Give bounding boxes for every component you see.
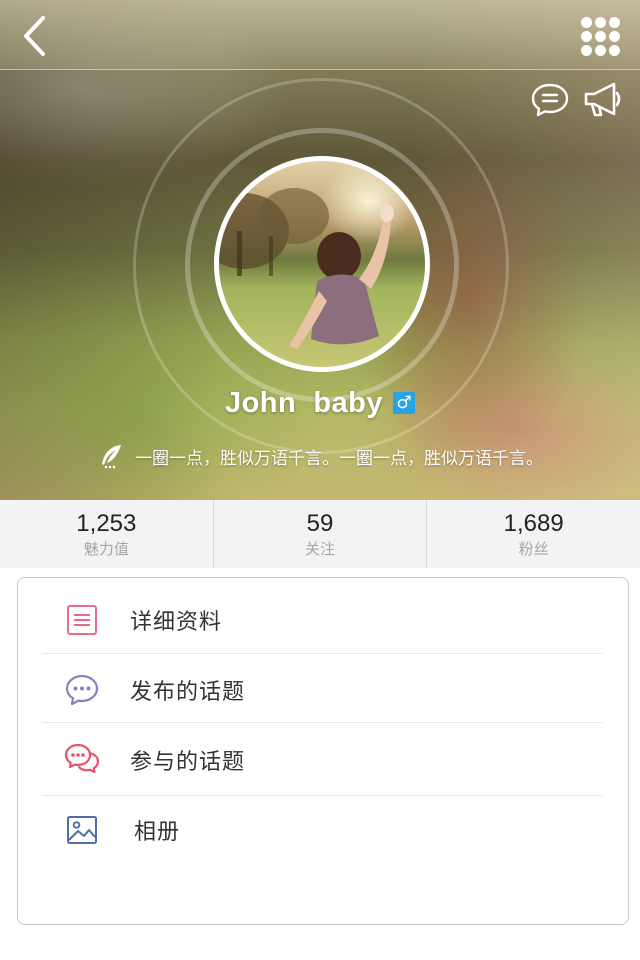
more-menu-button[interactable] <box>578 14 622 58</box>
stat-charm[interactable]: 1,253 魅力值 <box>0 500 214 568</box>
stat-followers[interactable]: 1,689 粉丝 <box>427 500 640 568</box>
menu-item-label: 相册 <box>134 820 181 845</box>
profile-header: John baby ♂ 一圈一点，胜似万语千言。一圈一点，胜似万语千言。 <box>0 0 640 500</box>
stat-following[interactable]: 59 关注 <box>214 500 428 568</box>
grid-dot <box>608 16 620 28</box>
username: John baby <box>224 386 384 419</box>
message-button[interactable] <box>530 80 570 120</box>
stat-value: 1,253 <box>76 510 137 537</box>
menu-item-album[interactable]: 相册 <box>42 796 602 864</box>
chat-multi-icon <box>64 742 100 778</box>
grid-dot <box>580 16 592 28</box>
avatar[interactable] <box>214 156 430 372</box>
announcement-button[interactable] <box>582 80 624 120</box>
grid-dot <box>594 16 606 28</box>
grid-dot <box>580 30 592 42</box>
menu-item-details[interactable]: 详细资料 <box>42 586 602 654</box>
stat-label: 魅力值 <box>83 540 129 558</box>
menu-item-label: 发布的话题 <box>130 680 246 705</box>
signature-row: 一圈一点，胜似万语千言。一圈一点，胜似万语千言。 <box>0 438 640 474</box>
stat-value: 1,689 <box>503 510 564 537</box>
menu-item-label: 参与的话题 <box>130 750 246 775</box>
stat-value: 59 <box>306 510 334 537</box>
feather-pen-icon <box>102 445 121 469</box>
signature-text: 一圈一点，胜似万语千言。一圈一点，胜似万语千言。 <box>135 448 543 469</box>
grid-dot <box>580 44 592 56</box>
menu-item-joined-topics[interactable]: 参与的话题 <box>42 726 602 794</box>
chevron-left-icon <box>24 16 45 56</box>
chat-dots-icon <box>64 672 100 708</box>
username-row: John baby ♂ <box>0 383 640 423</box>
nav-bar <box>0 0 640 70</box>
megaphone-icon <box>584 82 621 117</box>
image-icon <box>64 812 100 848</box>
stat-label: 关注 <box>305 540 336 558</box>
grid-dot <box>608 30 620 42</box>
menu-item-label: 详细资料 <box>130 610 223 635</box>
grid-dot <box>594 30 606 42</box>
stats-bar: 1,253 魅力值 59 关注 1,689 粉丝 <box>0 500 640 568</box>
divider <box>42 722 602 723</box>
stat-label: 粉丝 <box>518 540 549 558</box>
menu-card: 详细资料 发布的话题 参与的话题 相册 <box>17 577 629 925</box>
chat-bubble-icon <box>531 83 569 117</box>
avatar-photo <box>219 188 394 349</box>
menu-item-published-topics[interactable]: 发布的话题 <box>42 656 602 724</box>
divider <box>42 653 602 654</box>
male-icon: ♂ <box>393 392 416 414</box>
document-list-icon <box>64 602 100 638</box>
grid-dot <box>608 44 620 56</box>
back-button[interactable] <box>14 12 54 60</box>
grid-dot <box>594 44 606 56</box>
